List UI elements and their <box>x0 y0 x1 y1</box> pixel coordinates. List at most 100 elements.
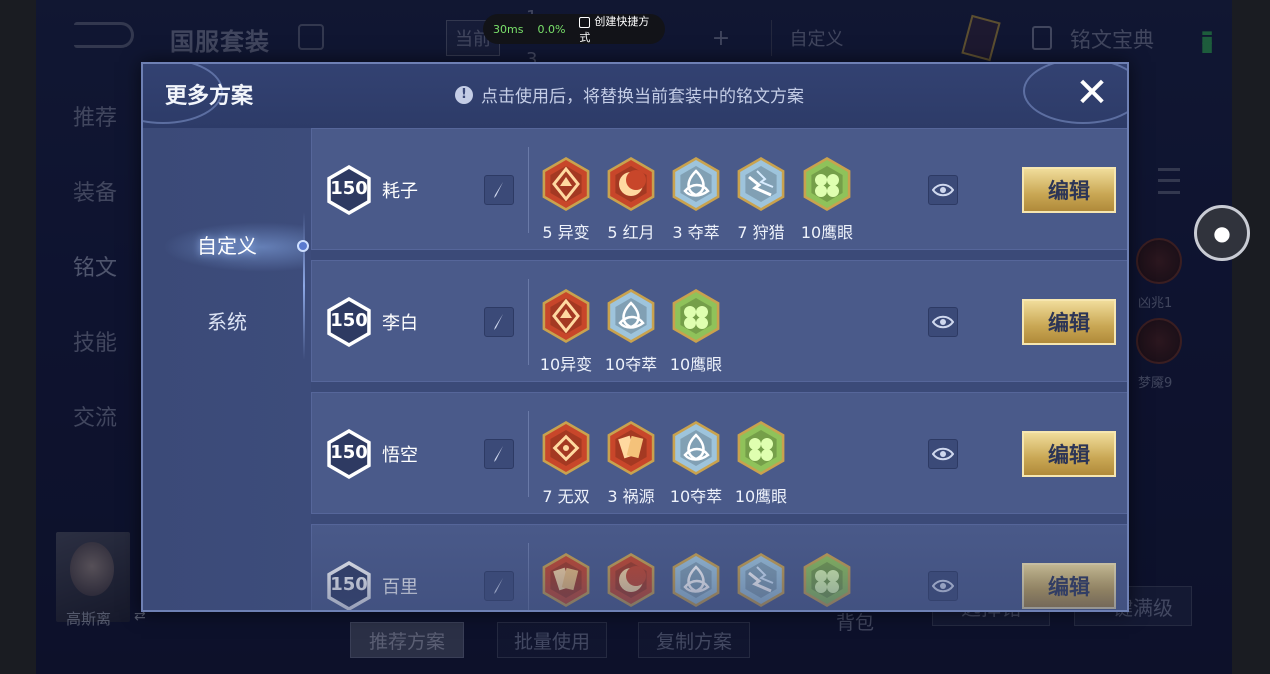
cards-rune-icon[interactable] <box>540 551 592 609</box>
wifi-icon: ▂ ▄ ▆ <box>1202 21 1212 53</box>
nightmare-badge-label: 梦魇9 <box>1138 376 1173 391</box>
more-plans-dialog: 更多方案 ! 点击使用后，将替换当前套装中的铭文方案 ✕ 自定义 系统 150 耗… <box>141 62 1129 612</box>
trinity-knot-rune-icon[interactable] <box>670 551 722 609</box>
rune-count-label: 10夺萃 <box>669 487 723 506</box>
hero-name: 高斯离 <box>66 610 112 628</box>
copy-plan-button[interactable]: 复制方案 <box>638 622 750 658</box>
row-divider <box>528 411 529 497</box>
plan-row: 150 百里 编辑 <box>311 524 1127 610</box>
omen-badge-label: 凶兆1 <box>1138 296 1173 311</box>
recommend-plan-button[interactable]: 推荐方案 <box>350 622 464 658</box>
edit-plan-button[interactable]: 编辑 <box>1022 563 1116 609</box>
rune-count-label: 7 狩猎 <box>737 223 785 242</box>
side-menu-skills[interactable]: 技能 <box>73 325 117 357</box>
pen-icon <box>494 446 503 462</box>
tab-custom[interactable]: 自定义 <box>143 230 311 259</box>
plan-row: 150 悟空 7 无双 3 祸源 10夺萃 10鹰眼 编辑 <box>311 392 1127 514</box>
back-icon[interactable] <box>74 22 134 48</box>
rune-count-label: 7 无双 <box>542 487 590 506</box>
bg-tab-custom[interactable]: 自定义 <box>771 20 861 56</box>
pen-icon <box>494 182 503 198</box>
side-menu-social[interactable]: 交流 <box>73 400 117 432</box>
shortcut-icon <box>579 16 591 28</box>
trinity-knot-rune-icon[interactable] <box>670 155 722 213</box>
info-icon: ! <box>455 85 473 104</box>
edit-plan-button[interactable]: 编辑 <box>1022 167 1116 213</box>
diamond-arrow-rune-icon[interactable] <box>540 287 592 345</box>
rune-count-label: 10夺萃 <box>604 355 658 374</box>
trinity-knot-rune-icon[interactable] <box>670 419 722 477</box>
trinity-knot-rune-icon[interactable] <box>605 287 657 345</box>
row-divider <box>528 543 529 610</box>
rune-count-label: 10鹰眼 <box>669 355 723 374</box>
plan-name: 百里 <box>382 577 418 598</box>
rename-button[interactable] <box>484 175 514 205</box>
lightning-rune-icon[interactable] <box>735 155 787 213</box>
book-icon[interactable] <box>1032 26 1052 50</box>
notice-text: 点击使用后，将替换当前套装中的铭文方案 <box>481 87 804 107</box>
diamond-arrow-rune-icon[interactable] <box>540 155 592 213</box>
plan-level: 150 <box>330 178 368 199</box>
card-icon[interactable] <box>961 14 1001 62</box>
shortcut-button[interactable]: 创建快捷方式 <box>579 13 655 45</box>
dialog-title: 更多方案 <box>165 84 254 109</box>
preview-button[interactable] <box>928 307 958 337</box>
cards-rune-icon[interactable] <box>605 419 657 477</box>
bg-dictionary[interactable]: 铭文宝典 <box>1070 24 1154 54</box>
plan-level: 150 <box>330 574 368 595</box>
rune-count-label: 5 异变 <box>542 223 590 242</box>
pen-icon <box>494 314 503 330</box>
rune-count-label: 10异变 <box>539 355 593 374</box>
batch-use-button[interactable]: 批量使用 <box>497 622 607 658</box>
close-button[interactable]: ✕ <box>1071 72 1113 114</box>
pen-icon <box>494 578 503 594</box>
bg-tab-plus[interactable]: + <box>701 20 741 56</box>
edit-plan-button[interactable]: 编辑 <box>1022 299 1116 345</box>
edit-plan-button[interactable]: 编辑 <box>1022 431 1116 477</box>
plan-list: 150 耗子 5 异变 5 红月 3 夺萃 7 狩猎 10鹰眼 编辑 150 李白 10异变 10夺萃… <box>311 128 1127 610</box>
floating-assist-button[interactable]: ● <box>1194 205 1250 261</box>
clover-rune-icon[interactable] <box>670 287 722 345</box>
rune-count-label: 3 夺萃 <box>672 223 720 242</box>
plan-tabs: 自定义 系统 <box>143 128 311 610</box>
clover-rune-icon[interactable] <box>735 419 787 477</box>
eye-icon <box>932 315 954 329</box>
tab-system[interactable]: 系统 <box>143 306 311 335</box>
side-menu-recommend[interactable]: 推荐 <box>73 100 117 132</box>
rename-button[interactable] <box>484 571 514 601</box>
rune-count-label: 10鹰眼 <box>800 223 854 242</box>
rename-button[interactable] <box>484 439 514 469</box>
ping-readout: 30ms <box>493 22 524 36</box>
crest-rune-icon[interactable] <box>540 419 592 477</box>
rename-button[interactable] <box>484 307 514 337</box>
side-menu-equipment[interactable]: 装备 <box>73 175 117 207</box>
dialog-header: 更多方案 ! 点击使用后，将替换当前套装中的铭文方案 ✕ <box>143 64 1127 128</box>
loss-readout: 0.0% <box>537 22 566 36</box>
plan-row: 150 耗子 5 异变 5 红月 3 夺萃 7 狩猎 10鹰眼 编辑 <box>311 128 1127 250</box>
bag-label[interactable]: 背包 <box>836 608 874 635</box>
row-divider <box>528 147 529 233</box>
clover-rune-icon[interactable] <box>801 551 853 609</box>
bg-title: 国服套装 <box>170 28 270 56</box>
plan-name: 耗子 <box>382 181 418 202</box>
crescent-moon-rune-icon[interactable] <box>605 551 657 609</box>
preview-button[interactable] <box>928 571 958 601</box>
omen-badge-icon[interactable] <box>1136 238 1182 284</box>
eye-icon <box>932 447 954 461</box>
crescent-moon-rune-icon[interactable] <box>605 155 657 213</box>
hero-avatar[interactable] <box>56 532 130 622</box>
eye-icon <box>932 579 954 593</box>
grid-icon[interactable] <box>298 24 324 50</box>
rune-count-label: 3 祸源 <box>607 487 655 506</box>
preview-button[interactable] <box>928 175 958 205</box>
plan-level: 150 <box>330 310 368 331</box>
eye-icon <box>932 183 954 197</box>
preview-button[interactable] <box>928 439 958 469</box>
side-menu-runes[interactable]: 铭文 <box>73 250 117 282</box>
menu-icon[interactable] <box>1158 168 1180 194</box>
perf-overlay: 30ms 0.0% 创建快捷方式 <box>483 14 665 44</box>
clover-rune-icon[interactable] <box>801 155 853 213</box>
plan-name: 李白 <box>382 313 418 334</box>
lightning-rune-icon[interactable] <box>735 551 787 609</box>
nightmare-badge-icon[interactable] <box>1136 318 1182 364</box>
